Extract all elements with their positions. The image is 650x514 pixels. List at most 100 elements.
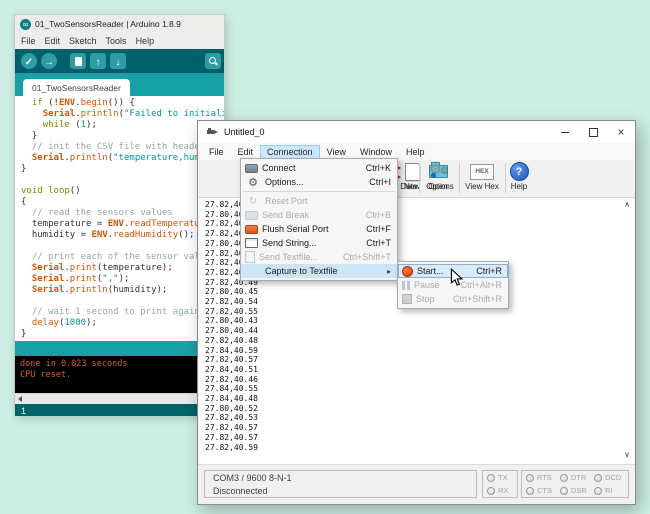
arduino-menu-tools[interactable]: Tools bbox=[106, 36, 127, 46]
menu-item-flush-serial-port[interactable]: Flush Serial PortCtrl+F bbox=[241, 222, 397, 236]
menu-item-stop[interactable]: StopCtrl+Shift+R bbox=[398, 292, 508, 306]
terminal-line: 27.80,40.52 bbox=[205, 404, 634, 414]
arduino-menu-file[interactable]: File bbox=[21, 36, 36, 46]
menu-item-connect[interactable]: ConnectCtrl+K bbox=[241, 161, 397, 175]
menu-item-label: Start... bbox=[417, 266, 444, 276]
code-token: } bbox=[21, 329, 26, 339]
coolterm-menu-connection[interactable]: Connection bbox=[260, 145, 320, 159]
code-token bbox=[21, 285, 32, 295]
led-label: DCD bbox=[605, 473, 621, 482]
coolterm-menu-file[interactable]: File bbox=[202, 145, 231, 159]
coolterm-app-icon bbox=[206, 126, 219, 138]
led-label: TX bbox=[498, 473, 508, 482]
coolterm-window-title: Untitled_0 bbox=[224, 127, 551, 137]
save-sketch-button[interactable] bbox=[110, 53, 126, 69]
arduino-menu-help[interactable]: Help bbox=[136, 36, 155, 46]
led-indicator-icon bbox=[487, 487, 495, 495]
code-token: print bbox=[70, 263, 97, 273]
close-button[interactable]: × bbox=[607, 121, 635, 143]
code-line: delay(1000); bbox=[21, 318, 224, 329]
code-token: // wait 1 second to print again bbox=[21, 307, 200, 317]
code-token: (! bbox=[43, 98, 59, 108]
port-settings-text: COM3 / 9600 8-N-1 bbox=[213, 472, 468, 485]
help-button[interactable]: Help bbox=[501, 162, 537, 195]
coolterm-menu-window[interactable]: Window bbox=[353, 145, 399, 159]
code-token: "Failed to initialize MKR ENV shield!" bbox=[124, 109, 224, 119]
code-token: void bbox=[21, 186, 43, 196]
port-info-panel: COM3 / 9600 8-N-1 Disconnected bbox=[204, 470, 477, 498]
code-line: } bbox=[21, 329, 224, 340]
led-label: DSR bbox=[571, 486, 587, 495]
menu-item-label: Flush Serial Port bbox=[262, 224, 329, 234]
new-sketch-button[interactable] bbox=[70, 53, 86, 69]
code-token: (temperature); bbox=[97, 263, 173, 273]
menu-item-send-textfile[interactable]: Send Textfile...Ctrl+Shift+T bbox=[241, 250, 397, 264]
save-sketch-icon bbox=[116, 52, 121, 70]
terminal-line: 27.80,40.44 bbox=[205, 326, 634, 336]
coolterm-menu-view[interactable]: View bbox=[320, 145, 353, 159]
code-token bbox=[21, 109, 43, 119]
code-token: ENV bbox=[91, 230, 107, 240]
menu-item-reset-port[interactable]: Reset Port bbox=[241, 194, 397, 208]
coolterm-menu-help[interactable]: Help bbox=[399, 145, 432, 159]
led-row: CTSDSRRI bbox=[526, 484, 628, 497]
code-editor[interactable]: if (!ENV.begin()) { Serial.println("Fail… bbox=[15, 96, 224, 341]
led-row: RTSDTRDCD bbox=[526, 471, 628, 484]
minimize-icon bbox=[561, 132, 569, 133]
code-token: if bbox=[32, 98, 43, 108]
verify-button[interactable] bbox=[21, 53, 37, 69]
status-led-cts: CTS bbox=[526, 484, 560, 497]
arduino-menu-edit[interactable]: Edit bbox=[45, 36, 61, 46]
open-sketch-button[interactable] bbox=[90, 53, 106, 69]
code-line: { bbox=[21, 197, 224, 208]
code-token: (humidity); bbox=[108, 285, 168, 295]
arduino-titlebar[interactable]: ∞ 01_TwoSensorsReader | Arduino 1.8.9 bbox=[15, 15, 224, 33]
scroll-down-arrow-icon[interactable] bbox=[624, 450, 630, 459]
sketch-tab[interactable]: 01_TwoSensorsReader bbox=[23, 79, 130, 96]
code-line: // wait 1 second to print again bbox=[21, 307, 224, 318]
code-token: ()) { bbox=[108, 98, 135, 108]
flush-port-icon bbox=[245, 225, 258, 234]
code-token: // print each of the sensor values bbox=[21, 252, 216, 262]
maximize-button[interactable] bbox=[579, 121, 607, 143]
arduino-toolbar bbox=[15, 49, 224, 73]
scroll-up-arrow-icon[interactable] bbox=[624, 200, 630, 209]
send-string-icon bbox=[245, 238, 258, 248]
code-token: readHumidity bbox=[113, 230, 178, 240]
code-line: Serial.println("Failed to initialize MKR… bbox=[21, 109, 224, 120]
code-line: while (1); bbox=[21, 120, 224, 131]
minimize-button[interactable] bbox=[551, 121, 579, 143]
arduino-menu-sketch[interactable]: Sketch bbox=[69, 36, 97, 46]
code-line: // read the sensors values bbox=[21, 208, 224, 219]
menu-item-shortcut: Ctrl+T bbox=[366, 238, 391, 248]
menu-item-send-break[interactable]: Send BreakCtrl+B bbox=[241, 208, 397, 222]
options-button-label: Options bbox=[426, 182, 454, 191]
hex-icon: HEX bbox=[470, 164, 494, 180]
menu-item-label: Connect bbox=[262, 163, 296, 173]
view-hex-button[interactable]: HEX View Hex bbox=[460, 162, 504, 195]
code-line: } bbox=[21, 131, 224, 142]
led-label: RTS bbox=[537, 473, 552, 482]
menu-item-send-string[interactable]: Send String...Ctrl+T bbox=[241, 236, 397, 250]
terminal-line: 27.82,40.46 bbox=[205, 375, 634, 385]
arduino-window: ∞ 01_TwoSensorsReader | Arduino 1.8.9 Fi… bbox=[14, 14, 225, 415]
send-break-icon bbox=[245, 211, 258, 220]
menu-item-options[interactable]: Options...Ctrl+I bbox=[241, 175, 397, 189]
coolterm-menu-edit[interactable]: Edit bbox=[231, 145, 261, 159]
upload-button[interactable] bbox=[41, 53, 57, 69]
code-token bbox=[21, 120, 43, 130]
serial-monitor-button[interactable] bbox=[205, 53, 221, 69]
led-indicator-icon bbox=[560, 474, 568, 482]
menu-item-capture-to-textfile[interactable]: Capture to Textfile bbox=[241, 264, 397, 278]
code-token: humidity = bbox=[21, 230, 91, 240]
status-led-tx: TX bbox=[487, 471, 517, 484]
code-token bbox=[21, 296, 26, 306]
coolterm-titlebar[interactable]: Untitled_0 × bbox=[198, 121, 635, 143]
menu-item-shortcut: Ctrl+Shift+R bbox=[453, 294, 502, 304]
options-button[interactable]: Options bbox=[420, 162, 460, 195]
code-line: humidity = ENV.readHumidity(); bbox=[21, 230, 224, 241]
console-horizontal-scrollbar[interactable] bbox=[15, 393, 224, 404]
arduino-statusbar: 1 bbox=[15, 404, 224, 416]
scroll-left-arrow-icon[interactable] bbox=[18, 396, 22, 402]
code-token bbox=[21, 274, 32, 284]
